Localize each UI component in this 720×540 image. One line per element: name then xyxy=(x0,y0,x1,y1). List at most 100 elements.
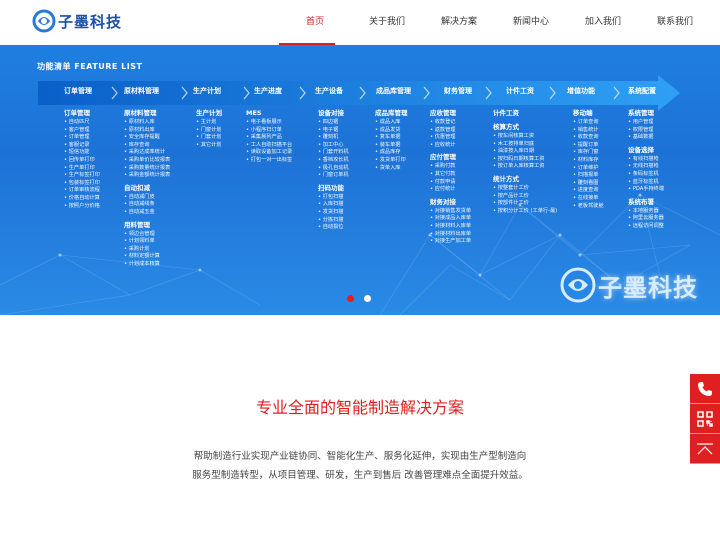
feature-item: 用户管理 xyxy=(628,119,664,127)
feature-column: 系统管理用户管理权限管理基础数据设备选择有线扫描枪无线扫描枪条码标签机蓝牙标签机… xyxy=(628,109,664,231)
feature-item: 按订单入库核算工资 xyxy=(493,163,557,171)
feature-item: 应收统计 xyxy=(430,142,471,150)
feature-item: 按照户分价格 xyxy=(64,203,100,211)
feature-item: 订单查询 xyxy=(573,119,604,127)
feature-item: 发货扫描 xyxy=(318,209,349,217)
back-to-top-button[interactable] xyxy=(690,434,720,464)
feature-item: 按部件计工价 xyxy=(493,200,557,208)
feature-item: 计划成本核算 xyxy=(124,261,170,269)
feature-item: 条码标签机 xyxy=(628,171,664,179)
step-value-added: 增值功能 xyxy=(567,87,595,95)
logo[interactable]: 子墨科技 xyxy=(32,9,122,33)
feature-list-title: 功能清单 FEATURE LIST xyxy=(37,62,143,71)
feature-group-title: 扫码功能 xyxy=(318,183,344,192)
step-material: 原材料管理 xyxy=(124,87,159,95)
feature-item: 库存门窗 xyxy=(573,149,604,157)
feature-item: 领边合管理 xyxy=(124,231,170,239)
step-piecework: 计件工资 xyxy=(506,87,534,95)
nav-home[interactable]: 首页 xyxy=(279,0,351,45)
feature-item: 材料定额计算 xyxy=(124,253,170,261)
brand-logo-icon xyxy=(560,267,596,303)
feature-group-title: 应付管理 xyxy=(430,153,456,162)
feature-item: 老板驾驶舱 xyxy=(573,203,604,211)
nav-join[interactable]: 加入我们 xyxy=(567,0,639,45)
feature-item: 进度查询 xyxy=(573,187,604,195)
feature-item: 订单管理 xyxy=(64,134,100,142)
feature-item: 生产标签打印 xyxy=(64,172,100,180)
logo-icon xyxy=(32,9,56,33)
feature-item: 收款查询 xyxy=(573,134,604,142)
nav-news[interactable]: 新闻中心 xyxy=(495,0,567,45)
nav-solutions[interactable]: 解决方案 xyxy=(423,0,495,45)
nav-about[interactable]: 关于我们 xyxy=(351,0,423,45)
feature-item: 计划领料单 xyxy=(124,238,170,246)
feature-item: 按积分计工价 (工单行-最) xyxy=(493,208,557,216)
feature-item: 无线扫描枪 xyxy=(628,163,664,171)
feature-group-title: 成品库管理 xyxy=(375,109,408,117)
feature-item: 香档攻长机 xyxy=(318,157,349,165)
feature-item: 门窗订单机 xyxy=(318,172,349,180)
feature-column: 生产计划主计划门窗计划门套计划其它计划 xyxy=(196,109,222,149)
carousel-dot-1[interactable] xyxy=(347,295,354,302)
feature-column: 计件工资核算方式按车间核算工资木工按排单归底油漆按入库日期按扫码日期核算工资按订… xyxy=(493,109,557,215)
feature-column: 应收管理收款登记返款管理优惠管理应收统计应付管理采购付款其它付款付款申请应付统计… xyxy=(430,109,471,246)
section-description: 帮助制造行业实现产业链协同、智能化生产、服务化延伸，实现由生产型制造向服务型制造… xyxy=(192,451,528,481)
qrcode-icon xyxy=(697,410,713,427)
feature-column: 移动端订单查询销售统计收款查询提醒订单库存门窗材料库存订单维护扫描报单雕刻看图进… xyxy=(573,109,604,210)
feature-item: 复车单据 xyxy=(375,134,408,142)
carousel-dot-2[interactable] xyxy=(364,295,371,302)
feature-item: 自动损位 xyxy=(318,224,349,232)
feature-item: 采购付款 xyxy=(430,163,471,171)
feature-group-title: 计件工资 xyxy=(493,109,519,117)
feature-item: 读取设备加工记录 xyxy=(246,149,293,157)
feature-group-title: 统计方式 xyxy=(493,174,519,183)
feature-item: 电子看板展示 xyxy=(246,119,292,127)
feature-item: 对接材料出库单 xyxy=(430,231,471,239)
feature-group-title: 系统管理 xyxy=(628,109,654,117)
feature-group-title: MES xyxy=(246,109,262,117)
feature-item: 阿里云服务器 xyxy=(628,215,664,223)
feature-item: 发货单打印 xyxy=(375,157,408,165)
feature-item: 采集晨列产品 xyxy=(246,134,292,142)
feature-item: 对接成品入库单 xyxy=(430,215,471,223)
feature-item: 在线接单 xyxy=(573,195,604,203)
back-to-top-icon xyxy=(697,442,713,454)
section-title: 专业全面的智能制造解决方案 xyxy=(255,398,464,417)
feature-item: 按整套计工价 xyxy=(493,185,557,193)
feature-item: 四边锯 xyxy=(318,119,349,127)
feature-item: 短信功能 xyxy=(64,149,100,157)
qrcode-button[interactable] xyxy=(690,404,720,434)
step-system: 系统配置 xyxy=(628,87,656,95)
side-float-bar xyxy=(690,374,720,464)
feature-group-title: 设备对接 xyxy=(318,109,344,117)
phone-icon xyxy=(698,381,712,396)
brand-text: 子墨科技 xyxy=(598,273,698,302)
feature-item: 自动减五金 xyxy=(124,209,170,217)
feature-item: 收款登记 xyxy=(430,119,471,127)
feature-group-title: 订单管理 xyxy=(64,109,90,117)
feature-item: PDA手持终端 xyxy=(628,186,664,194)
hero-banner[interactable]: 功能清单 FEATURE LIST 订单管理 原材料管理 生产计划 生产进度 生… xyxy=(0,45,720,315)
step-order: 订单管理 xyxy=(64,87,92,95)
feature-column: 成品库管理成品入库成品发货复车单据装车单据成品库存发货单打印货单入库 xyxy=(375,109,408,172)
feature-item: 扫描报单 xyxy=(573,172,604,180)
feature-item: 应付统计 xyxy=(430,186,471,194)
feature-item: 基础数据 xyxy=(628,134,664,142)
feature-item: 成品库存 xyxy=(375,149,408,157)
feature-group-title: 生产计划 xyxy=(196,109,222,117)
feature-item: 采购单价比较报表 xyxy=(124,157,171,165)
site-header: 子墨科技 首页 关于我们 解决方案 新闻中心 加入我们 联系我们 xyxy=(0,0,720,45)
phone-button[interactable] xyxy=(690,374,720,404)
feature-item: 采购金额统计报表 xyxy=(124,172,171,180)
nav-contact[interactable]: 联系我们 xyxy=(639,0,711,45)
step-warehouse: 成品库管理 xyxy=(376,87,411,95)
feature-item: 安全库存提醒 xyxy=(124,134,170,142)
feature-item: 采购达成率统计 xyxy=(124,149,170,157)
brand-badge: 子墨科技 xyxy=(560,267,698,303)
feature-group-title: 移动端 xyxy=(573,109,593,117)
feature-item: 原材料入库 xyxy=(124,119,170,127)
feature-group-title: 应收管理 xyxy=(430,109,456,117)
feature-group-title: 原材料管理 xyxy=(124,109,157,117)
feature-item: 价格自动计算 xyxy=(64,195,100,203)
feature-item: 按车间核算工资 xyxy=(493,133,557,141)
